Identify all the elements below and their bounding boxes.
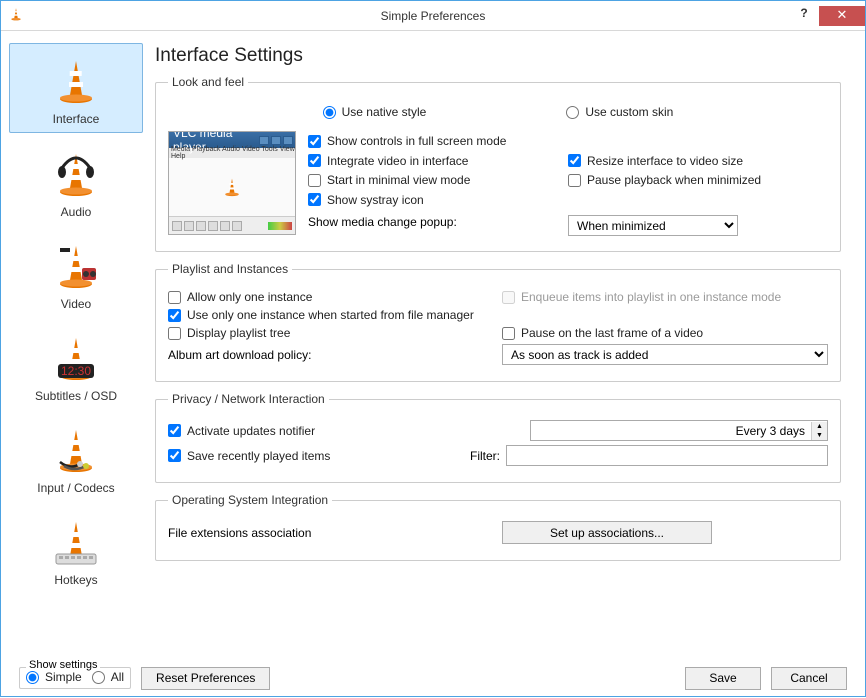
checkbox-one-instance[interactable]: Allow only one instance (168, 290, 312, 304)
sidebar-item-label: Interface (10, 112, 142, 126)
sidebar-item-label: Video (9, 297, 143, 311)
checkbox-systray[interactable]: Show systray icon (308, 193, 424, 207)
filter-input[interactable] (506, 445, 828, 466)
checkbox-filemgr-instance[interactable]: Use only one instance when started from … (168, 308, 474, 322)
sidebar-item-label: Input / Codecs (9, 481, 143, 495)
cone-osd-icon: 12:30 (52, 330, 100, 386)
spinner-update-interval[interactable]: ▲▼ (530, 420, 828, 441)
update-interval-field[interactable] (531, 421, 811, 440)
titlebar: Simple Preferences ? ✕ (1, 1, 865, 31)
group-privacy: Privacy / Network Interaction Activate u… (155, 392, 841, 483)
filter-label: Filter: (470, 449, 500, 463)
radio-all[interactable]: All (92, 670, 124, 684)
group-playlist: Playlist and Instances Allow only one in… (155, 262, 841, 382)
checkbox-resize-interface[interactable]: Resize interface to video size (568, 154, 743, 168)
cone-keyboard-icon (52, 514, 100, 570)
app-icon (9, 6, 23, 25)
cone-icon (52, 53, 100, 109)
checkbox-playlist-tree[interactable]: Display playlist tree (168, 326, 290, 340)
cone-headphones-icon (52, 146, 100, 202)
radio-simple[interactable]: Simple (26, 670, 82, 684)
sidebar-item-label: Subtitles / OSD (9, 389, 143, 403)
footer: Show settings Simple All Reset Preferenc… (1, 658, 865, 698)
setup-associations-button[interactable]: Set up associations... (502, 521, 712, 544)
spinner-up-icon[interactable]: ▲ (812, 422, 827, 431)
cancel-button[interactable]: Cancel (771, 667, 847, 690)
select-album-art[interactable]: As soon as track is added (502, 344, 828, 365)
group-legend: Privacy / Network Interaction (168, 392, 329, 406)
sidebar-item-interface[interactable]: Interface (9, 43, 143, 133)
checkbox-minimal-view[interactable]: Start in minimal view mode (308, 173, 470, 187)
album-art-label: Album art download policy: (168, 348, 494, 362)
radio-native-style[interactable]: Use native style (323, 105, 427, 119)
sidebar-item-video[interactable]: Video (9, 229, 143, 317)
save-button[interactable]: Save (685, 667, 761, 690)
checkbox-pause-minimized[interactable]: Pause playback when minimized (568, 173, 761, 187)
sidebar-item-hotkeys[interactable]: Hotkeys (9, 505, 143, 593)
group-legend: Look and feel (168, 75, 248, 89)
select-media-popup[interactable]: When minimized (568, 215, 738, 236)
show-settings-group: Show settings Simple All (19, 667, 131, 689)
group-os: Operating System Integration File extens… (155, 493, 841, 561)
sidebar-item-audio[interactable]: Audio (9, 137, 143, 225)
sidebar-item-label: Hotkeys (9, 573, 143, 587)
show-settings-label: Show settings (26, 659, 100, 671)
media-popup-label: Show media change popup: (308, 215, 568, 236)
checkbox-enqueue: Enqueue items into playlist in one insta… (502, 290, 781, 304)
sidebar-item-codecs[interactable]: Input / Codecs (9, 413, 143, 501)
svg-text:12:30: 12:30 (61, 364, 91, 378)
page-title: Interface Settings (155, 45, 841, 67)
spinner-down-icon[interactable]: ▼ (812, 431, 827, 440)
group-look-and-feel: Look and feel Use native style Use custo… (155, 75, 841, 252)
window-title: Simple Preferences (381, 9, 486, 23)
sidebar-item-subtitles[interactable]: 12:30 Subtitles / OSD (9, 321, 143, 409)
skin-preview: VLC media player Media Playback Audio Vi… (168, 131, 296, 235)
help-button[interactable]: ? (789, 6, 819, 26)
checkbox-integrate-video[interactable]: Integrate video in interface (308, 154, 468, 168)
assoc-label: File extensions association (168, 526, 494, 540)
checkbox-save-recent[interactable]: Save recently played items (168, 449, 330, 463)
cone-film-icon (52, 238, 100, 294)
sidebar: Interface Audio Video (1, 31, 151, 658)
sidebar-item-label: Audio (9, 205, 143, 219)
group-legend: Operating System Integration (168, 493, 332, 507)
reset-button[interactable]: Reset Preferences (141, 667, 270, 690)
close-button[interactable]: ✕ (819, 6, 865, 26)
checkbox-fullscreen-controls[interactable]: Show controls in full screen mode (308, 134, 506, 148)
checkbox-updates[interactable]: Activate updates notifier (168, 424, 315, 438)
radio-custom-skin[interactable]: Use custom skin (566, 105, 673, 119)
checkbox-last-frame[interactable]: Pause on the last frame of a video (502, 326, 703, 340)
cone-cables-icon (52, 422, 100, 478)
group-legend: Playlist and Instances (168, 262, 292, 276)
